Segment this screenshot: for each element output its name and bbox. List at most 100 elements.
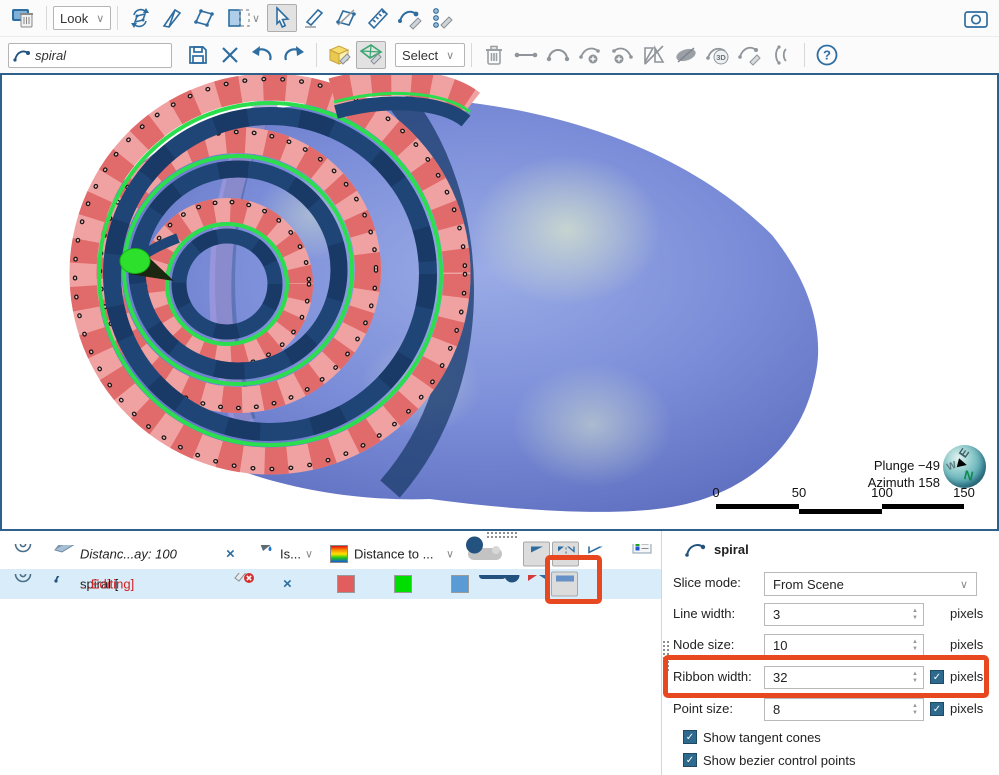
shader-dropdown-label[interactable]: Is... xyxy=(280,547,301,562)
chevron-down-icon: ∨ xyxy=(252,12,260,25)
animate-forward-button[interactable] xyxy=(523,542,550,567)
play-outline-button[interactable] xyxy=(581,542,608,567)
insert-node-button[interactable] xyxy=(607,41,637,69)
curve-brackets-button[interactable] xyxy=(767,41,797,69)
draw-on-surface-button[interactable] xyxy=(356,41,386,69)
node-colour-swatch[interactable] xyxy=(394,575,412,593)
slice-mode-dropdown[interactable]: From Scene ∨ xyxy=(764,572,977,596)
look-dropdown-label: Look xyxy=(60,11,88,26)
shape-list-panel: Distanc...ay: 100 × Is... ∨ Distance to … xyxy=(0,531,661,775)
object-name-input[interactable] xyxy=(35,48,155,63)
curve-pencil-icon xyxy=(397,6,423,30)
scale-label: 0 xyxy=(699,485,733,500)
slice-display-mode-button[interactable]: ∨ xyxy=(221,4,265,32)
node-size-label: Node size: xyxy=(673,637,734,652)
flip-direction-button[interactable] xyxy=(552,542,579,567)
points-pencil-icon xyxy=(429,6,455,30)
segment-icon xyxy=(513,43,539,67)
show-tangent-cones-checkbox[interactable]: ✓ xyxy=(683,730,697,744)
polyline-edit-icon xyxy=(334,6,358,30)
redo-button[interactable] xyxy=(279,41,309,69)
move-points-3d-button[interactable] xyxy=(324,41,354,69)
select-mode-dropdown[interactable]: Select ∨ xyxy=(395,43,465,67)
draw-curve-tool-button[interactable] xyxy=(395,4,425,32)
point-colour-swatch[interactable] xyxy=(451,575,469,593)
select-mode-label: Select xyxy=(402,48,438,63)
disc-icon xyxy=(673,43,699,67)
line-width-input[interactable] xyxy=(765,604,907,625)
undo-button[interactable] xyxy=(247,41,277,69)
clear-scene-button[interactable] xyxy=(9,4,39,32)
properties-title: spiral xyxy=(714,542,749,557)
ribbon-width-input[interactable] xyxy=(765,667,907,688)
properties-panel: spiral Slice mode: From Scene ∨ Line wid… xyxy=(661,531,999,775)
node-size-units: pixels xyxy=(950,637,983,652)
draw-line-tool-button[interactable] xyxy=(299,4,329,32)
ribbon-toggle-button[interactable] xyxy=(551,572,578,597)
curved-segment-button[interactable] xyxy=(543,41,573,69)
delete-node-button[interactable] xyxy=(479,41,509,69)
colour-option-dropdown-label[interactable]: Distance to ... xyxy=(354,547,433,562)
cancel-edit-button[interactable] xyxy=(215,41,245,69)
scalpel-icon xyxy=(302,6,326,30)
tangent-plane-button[interactable] xyxy=(639,41,669,69)
disc-button[interactable] xyxy=(671,41,701,69)
screenshot-button[interactable] xyxy=(961,4,991,32)
ribbon-width-row: Ribbon width: ▲▼ ✓ pixels xyxy=(662,666,999,690)
application-window: Look ∨ xyxy=(0,0,999,775)
edit-polyline-tool-button[interactable] xyxy=(331,4,361,32)
object-name-field-wrap xyxy=(8,43,172,68)
camera-icon xyxy=(963,6,989,30)
surface-edit-icon xyxy=(358,42,384,68)
save-button[interactable] xyxy=(183,41,213,69)
curve-insert-node-icon xyxy=(609,43,635,67)
curve-3d-icon: 3D xyxy=(705,43,731,67)
ribbon-width-pixels-checkbox[interactable]: ✓ xyxy=(930,670,944,684)
ribbon-width-spinner[interactable]: ▲▼ xyxy=(907,667,923,688)
show-bezier-checkbox[interactable]: ✓ xyxy=(683,753,697,767)
node-size-spinner[interactable]: ▲▼ xyxy=(907,635,923,656)
ruler-tool-button[interactable] xyxy=(363,4,393,32)
point-size-row: Point size: ▲▼ ✓ pixels xyxy=(662,698,999,722)
line-width-spinner[interactable]: ▲▼ xyxy=(907,604,923,625)
chevron-down-icon: ∨ xyxy=(446,49,454,62)
slicer-blade-icon xyxy=(160,6,184,30)
opacity-toggle[interactable] xyxy=(468,548,502,560)
scale-label: 50 xyxy=(782,485,816,500)
draw-curve-disabled-button[interactable] xyxy=(735,41,765,69)
help-button[interactable]: ? xyxy=(812,41,842,69)
straight-segment-button[interactable] xyxy=(511,41,541,69)
point-size-pixels-checkbox[interactable]: ✓ xyxy=(930,702,944,716)
edit-points-tool-button[interactable] xyxy=(427,4,457,32)
point-size-spinner[interactable]: ▲▼ xyxy=(907,699,923,720)
line-colour-swatch[interactable] xyxy=(337,575,355,593)
draw-slicer-polyline-tool-button[interactable] xyxy=(189,4,219,32)
colour-ramp-swatch[interactable] xyxy=(330,545,348,563)
azimuth-value: Azimuth 158 xyxy=(868,474,940,491)
add-node-button[interactable] xyxy=(575,41,605,69)
show-tangent-cones-row: ✓ Show tangent cones xyxy=(662,728,999,752)
show-bezier-label: Show bezier control points xyxy=(703,753,855,768)
select-tool-button[interactable] xyxy=(267,4,297,32)
shape-row-spiral[interactable]: spiral [...Editing] × xyxy=(0,569,661,599)
plunge-value: Plunge −49 xyxy=(868,457,940,474)
trash-icon xyxy=(482,43,506,67)
curve-3d-button[interactable]: 3D xyxy=(703,41,733,69)
node-size-input[interactable] xyxy=(765,635,907,656)
curve-icon xyxy=(685,540,707,558)
point-size-input[interactable] xyxy=(765,699,907,720)
chevron-down-icon: ∨ xyxy=(960,578,968,591)
curve-3d-badge: 3D xyxy=(716,53,726,62)
point-size-label: Point size: xyxy=(673,701,733,716)
draw-slicer-tool-button[interactable] xyxy=(157,4,187,32)
compass-ball[interactable]: E N W ▶ xyxy=(943,445,986,488)
curve-add-node-icon xyxy=(577,43,603,67)
remove-shape-button[interactable]: × xyxy=(226,546,235,563)
look-dropdown[interactable]: Look ∨ xyxy=(53,6,111,30)
remove-shape-button[interactable]: × xyxy=(283,576,292,593)
panel-splitter-handle[interactable] xyxy=(487,532,517,538)
move-plane-tool-button[interactable] xyxy=(125,4,155,32)
shape-row-distance[interactable]: Distanc...ay: 100 × Is... ∨ Distance to … xyxy=(0,539,661,569)
orientation-readout: Plunge −49 Azimuth 158 xyxy=(868,457,940,491)
scene-viewport[interactable]: 0 50 100 150 Plunge −49 Azimuth 158 E N … xyxy=(0,73,999,531)
